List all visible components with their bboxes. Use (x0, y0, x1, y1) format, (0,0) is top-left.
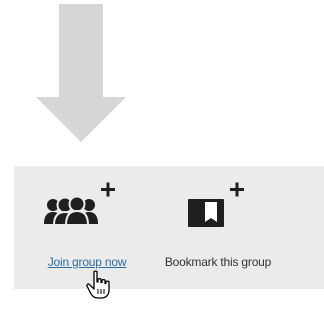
bookmark-group-button[interactable]: Bookmark this group (160, 166, 280, 289)
down-arrow-icon (36, 4, 126, 142)
join-group-label[interactable]: Join group now (32, 254, 142, 271)
group-actions-panel: Join group now Bookmark this group (14, 166, 324, 289)
join-group-button[interactable]: Join group now (32, 166, 152, 289)
users-add-icon (44, 182, 115, 226)
screenshot-stage: Join group now Bookmark this group (0, 0, 324, 315)
bookmark-group-label[interactable]: Bookmark this group (162, 254, 274, 271)
bookmark-add-icon (188, 182, 244, 227)
